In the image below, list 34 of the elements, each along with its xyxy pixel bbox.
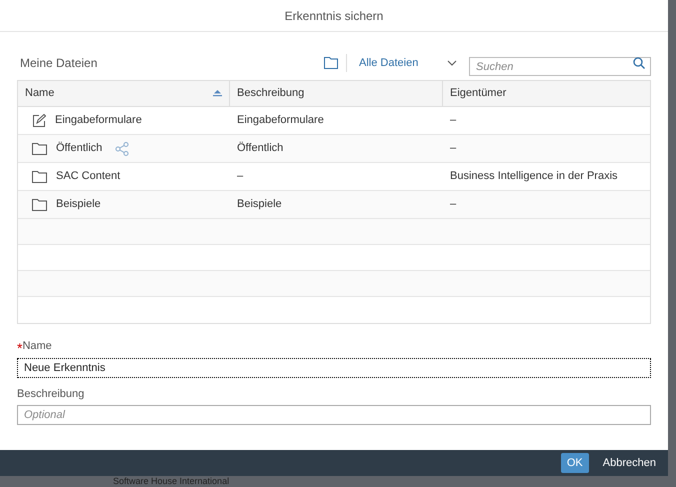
table-cell-text: Eingabeformulare: [237, 113, 324, 128]
pencil-icon: [32, 114, 46, 128]
column-header[interactable]: Name: [18, 81, 230, 106]
background-text: Software House International: [113, 476, 230, 486]
column-header[interactable]: Eigentümer: [443, 81, 650, 106]
table-cell-text: Beispiele: [237, 197, 282, 212]
chevron-down-icon: [447, 60, 457, 66]
file-name[interactable]: SAC Content: [56, 168, 120, 185]
search-icon: [633, 56, 645, 68]
required-asterisk: *: [17, 340, 22, 354]
cancel-button[interactable]: Abbrechen: [596, 453, 662, 473]
name-input[interactable]: Neue Erkenntnis: [17, 358, 651, 378]
description-input[interactable]: Optional: [17, 405, 651, 425]
file-name[interactable]: Öffentlich: [56, 140, 102, 157]
table-cell-text: –: [237, 169, 244, 184]
folder-icon: [32, 142, 47, 155]
table-cell-text: Öffentlich: [237, 140, 284, 156]
search-field[interactable]: Suchen: [469, 57, 651, 76]
filter-dropdown[interactable]: Alle Dateien: [353, 54, 463, 72]
folder-icon: [32, 198, 47, 211]
file-name[interactable]: Beispiele: [56, 196, 101, 213]
file-name[interactable]: Eingabeformulare: [55, 112, 142, 129]
dialog-title: Erkenntnis sichern: [284, 8, 384, 24]
table-cell-text: –: [450, 113, 456, 128]
table-cell-text: –: [450, 197, 456, 212]
folder-icon: [32, 170, 47, 183]
section-heading: Meine Dateien: [19, 55, 98, 72]
folder-button[interactable]: [322, 57, 340, 69]
field-label: Name: [22, 339, 52, 354]
share-icon: [115, 142, 130, 156]
table-cell-text: –: [450, 141, 456, 156]
column-header[interactable]: Beschreibung: [230, 81, 443, 106]
field-label: Beschreibung: [17, 386, 84, 402]
table-cell-text: Business Intelligence in der Praxis: [450, 169, 618, 184]
